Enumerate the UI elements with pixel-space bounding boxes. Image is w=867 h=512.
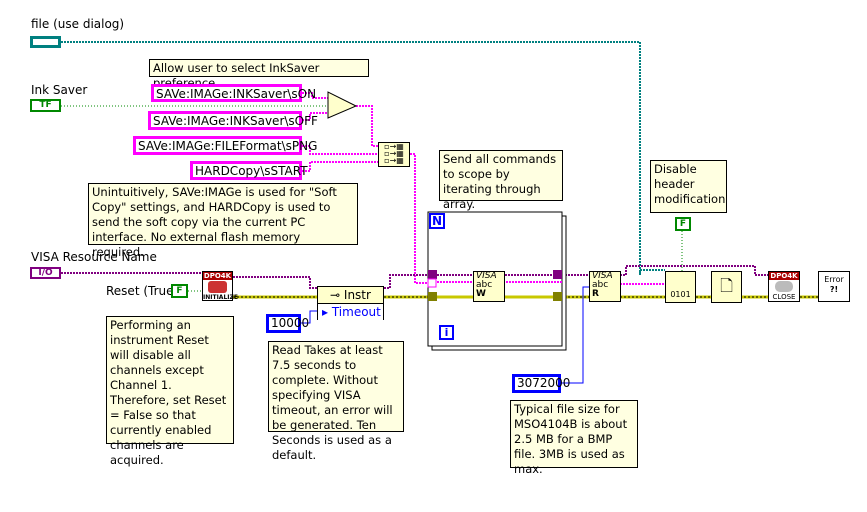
array-tunnel (427, 278, 437, 288)
close-file-icon: 🗋 (720, 276, 733, 295)
close-header: DPO4K (769, 272, 799, 280)
error-sub: ?! (829, 285, 839, 294)
comment-timeout: Read Takes at least 7.5 seconds to compl… (268, 341, 404, 462)
ink-saver-control[interactable]: TF (30, 99, 61, 112)
property-timeout[interactable]: ▸ Timeout (318, 304, 383, 320)
path-icon[interactable] (30, 36, 61, 48)
initialize-footer: INITIALIZE (203, 294, 238, 301)
error-tunnel-out (553, 292, 562, 301)
comment-reset: Performing an instrument Reset will disa… (106, 316, 234, 467)
comment-send-all: Send all commands to scope by iterating … (439, 150, 563, 211)
close-file-node[interactable]: 🗋 (711, 271, 742, 303)
visa-write-node[interactable]: VISA abc W (473, 271, 505, 302)
timeout-label: Timeout (331, 305, 381, 319)
write-file-icon: 0101 (670, 290, 691, 299)
comment-soft-copy: Unintuitively, SAVe:IMAGe is used for "S… (88, 183, 358, 259)
block-diagram: file (use dialog) Allow user to select I… (0, 0, 867, 512)
string-ink-on[interactable]: SAVe:IMAGe:INKSaver\sON (151, 84, 316, 102)
string-ink-off[interactable]: SAVe:IMAGe:INKSaver\sOFF (148, 111, 318, 130)
string-hardcopy[interactable]: HARDCopy\sSTART (190, 161, 308, 180)
error-tunnel-in (428, 292, 437, 301)
visa-tunnel-out (553, 270, 562, 279)
file-label: file (use dialog) (31, 17, 125, 31)
header-flag-constant[interactable]: F (675, 217, 691, 231)
build-array-icon[interactable]: ▫→▦ ▫→▦ ▫→▦ (378, 142, 410, 167)
link-icon: ⊸ (330, 288, 344, 302)
close-footer: CLOSE (772, 293, 796, 301)
timeout-constant[interactable]: 10000 (266, 314, 309, 333)
reset-idn-icon (208, 281, 227, 293)
property-node[interactable]: ⊸ Instr ▸ Timeout (317, 286, 384, 320)
visa-read-node[interactable]: VISA abc R (589, 271, 621, 302)
error-handler-node[interactable]: Error ?! (818, 271, 850, 302)
close-node[interactable]: DPO4K CLOSE (768, 271, 800, 302)
read-count-constant[interactable]: 3072000 (512, 374, 570, 393)
select-node (327, 91, 358, 119)
visa-write-mode: W (476, 289, 486, 299)
visa-label: VISA Resource Name (31, 250, 157, 264)
string-file-format[interactable]: SAVe:IMAGe:FILEFormat\sPNG (133, 136, 317, 155)
ink-saver-label: Ink Saver (31, 83, 88, 97)
loop-count-terminal[interactable]: N (429, 213, 445, 229)
visa-read-mode: R (592, 289, 599, 299)
comment-header: Disable header modification (650, 160, 727, 213)
comment-file-size: Typical file size for MSO4104B is about … (510, 400, 638, 476)
visa-tunnel-in (428, 270, 437, 279)
visa-control[interactable]: I/O (30, 267, 61, 279)
initialize-header: DPO4K (203, 272, 232, 280)
reset-constant[interactable]: F (171, 284, 188, 298)
comment-inksaver: Allow user to select InkSaver preference… (149, 59, 369, 90)
error-text: Error (824, 275, 844, 284)
disconnect-icon (775, 281, 793, 292)
reset-label: Reset (True) (106, 284, 179, 298)
initialize-node[interactable]: DPO4K INITIALIZE (202, 271, 238, 301)
loop-index-terminal: i (439, 325, 454, 340)
write-file-node[interactable]: 0101 (665, 271, 696, 303)
property-class: Instr (343, 288, 371, 302)
